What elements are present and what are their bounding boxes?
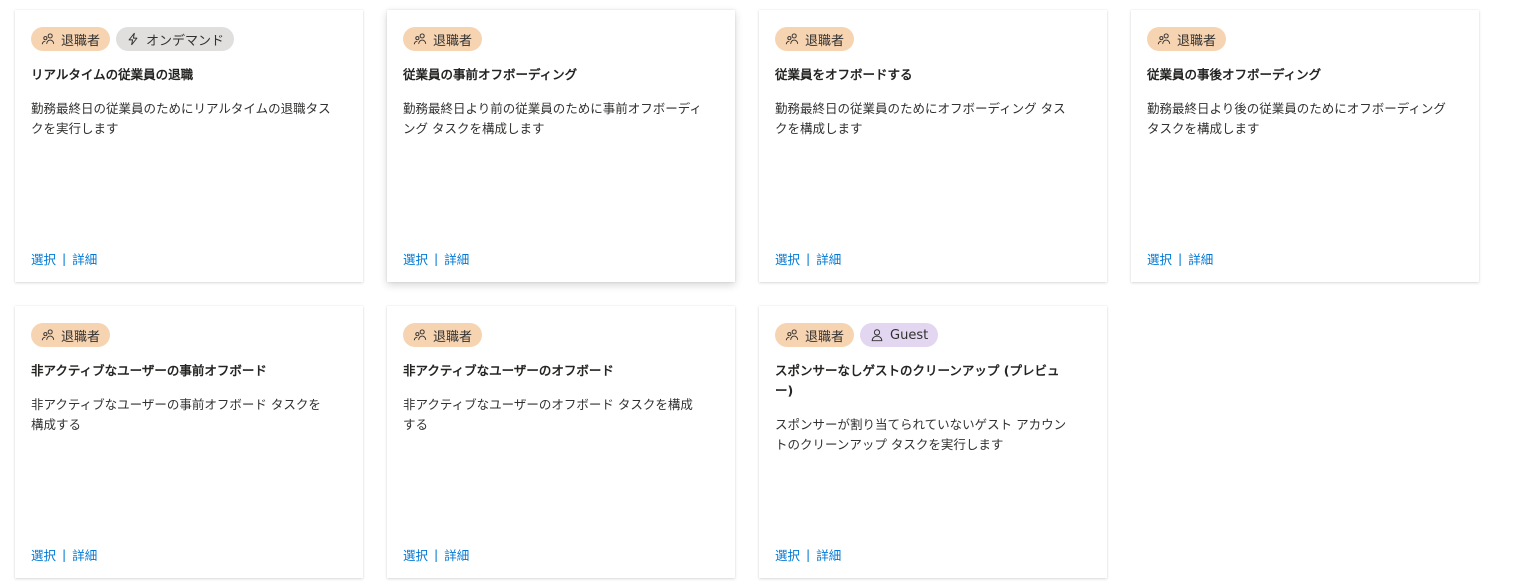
card-actions: 選択 | 詳細	[775, 249, 841, 268]
people-icon	[413, 328, 427, 342]
select-link[interactable]: 選択	[403, 249, 428, 268]
people-icon	[41, 328, 55, 342]
link-separator: |	[1178, 251, 1183, 266]
select-link[interactable]: 選択	[31, 545, 56, 564]
leaver-badge: 退職者	[31, 27, 111, 51]
card-actions: 選択 | 詳細	[775, 545, 841, 564]
card-description: 勤務最終日の従業員のためにオフボーディング タスクを構成します	[775, 101, 1066, 136]
leaver-badge: 退職者	[775, 27, 855, 51]
badge-label: 退職者	[1177, 33, 1217, 49]
badge-label: Guest	[890, 327, 929, 343]
card-description: 非アクティブなユーザーの事前オフボード タスクを構成する	[31, 397, 321, 432]
card-actions: 選択 | 詳細	[1147, 249, 1213, 268]
details-link[interactable]: 詳細	[1188, 249, 1213, 268]
template-card: 退職者 従業員の事前オフボーディング 勤務最終日より前の従業員のために事前オフボ…	[387, 10, 735, 282]
person-icon	[870, 328, 884, 342]
card-title: リアルタイムの従業員の退職	[31, 67, 194, 82]
card-description: 勤務最終日より前の従業員のために事前オフボーディング タスクを構成します	[403, 101, 702, 136]
card-badges: 退職者	[775, 27, 1091, 51]
link-separator: |	[806, 251, 811, 266]
details-link[interactable]: 詳細	[444, 545, 469, 564]
badge-label: 退職者	[433, 33, 473, 49]
leaver-badge: 退職者	[1147, 27, 1227, 51]
select-link[interactable]: 選択	[31, 249, 56, 268]
leaver-badge: 退職者	[31, 323, 111, 347]
card-actions: 選択 | 詳細	[403, 545, 469, 564]
link-separator: |	[434, 547, 439, 562]
details-link[interactable]: 詳細	[444, 249, 469, 268]
card-title: 従業員をオフボードする	[775, 67, 913, 82]
people-icon	[41, 32, 55, 46]
card-title: 非アクティブなユーザーのオフボード	[403, 363, 614, 378]
card-badges: 退職者	[31, 323, 347, 347]
card-badges: 退職者	[403, 27, 719, 51]
card-badges: 退職者 オンデマンド	[31, 27, 347, 51]
people-icon	[785, 32, 799, 46]
link-separator: |	[62, 251, 67, 266]
card-description: スポンサーが割り当てられていないゲスト アカウントのクリーンアップ タスクを実行…	[775, 417, 1067, 452]
people-icon	[785, 328, 799, 342]
select-link[interactable]: 選択	[775, 249, 800, 268]
card-description: 勤務最終日より後の従業員のためにオフボーディング タスクを構成します	[1147, 101, 1446, 136]
link-separator: |	[434, 251, 439, 266]
card-badges: 退職者	[403, 323, 719, 347]
badge-label: オンデマンド	[146, 33, 225, 49]
details-link[interactable]: 詳細	[816, 545, 841, 564]
select-link[interactable]: 選択	[775, 545, 800, 564]
badge-label: 退職者	[805, 329, 845, 345]
details-link[interactable]: 詳細	[72, 249, 97, 268]
card-title: スポンサーなしゲストのクリーンアップ (プレビュー)	[775, 363, 1060, 398]
template-card: 退職者 オンデマンド リアルタイムの従業員の退職 勤務最終日の従業員のためにリア…	[15, 10, 363, 282]
badge-label: 退職者	[433, 329, 473, 345]
template-card: 退職者 従業員をオフボードする 勤務最終日の従業員のためにオフボーディング タス…	[759, 10, 1107, 282]
details-link[interactable]: 詳細	[816, 249, 841, 268]
card-actions: 選択 | 詳細	[31, 249, 97, 268]
leaver-badge: 退職者	[775, 323, 855, 347]
template-card: 退職者 Guest スポンサーなしゲストのクリーンアップ (プレビュー) スポン…	[759, 306, 1107, 578]
template-card: 退職者 非アクティブなユーザーの事前オフボード 非アクティブなユーザーの事前オフ…	[15, 306, 363, 578]
badge-label: 退職者	[805, 33, 845, 49]
card-title: 非アクティブなユーザーの事前オフボード	[31, 363, 267, 378]
badge-label: 退職者	[61, 329, 101, 345]
guest-badge: Guest	[860, 323, 939, 347]
template-gallery: 退職者 オンデマンド リアルタイムの従業員の退職 勤務最終日の従業員のためにリア…	[0, 0, 1523, 586]
template-card: 退職者 従業員の事後オフボーディング 勤務最終日より後の従業員のためにオフボーデ…	[1131, 10, 1479, 282]
card-description: 非アクティブなユーザーのオフボード タスクを構成する	[403, 397, 693, 432]
card-actions: 選択 | 詳細	[403, 249, 469, 268]
card-title: 従業員の事前オフボーディング	[403, 67, 578, 82]
people-icon	[1157, 32, 1171, 46]
link-separator: |	[62, 547, 67, 562]
card-actions: 選択 | 詳細	[31, 545, 97, 564]
card-description: 勤務最終日の従業員のためにリアルタイムの退職タスクを実行します	[31, 101, 331, 136]
leaver-badge: 退職者	[403, 27, 483, 51]
select-link[interactable]: 選択	[403, 545, 428, 564]
card-badges: 退職者 Guest	[775, 323, 1091, 347]
people-icon	[413, 32, 427, 46]
card-badges: 退職者	[1147, 27, 1463, 51]
badge-label: 退職者	[61, 33, 101, 49]
card-title: 従業員の事後オフボーディング	[1147, 67, 1322, 82]
leaver-badge: 退職者	[403, 323, 483, 347]
link-separator: |	[806, 547, 811, 562]
ondemand-badge: オンデマンド	[116, 27, 235, 51]
details-link[interactable]: 詳細	[72, 545, 97, 564]
template-card: 退職者 非アクティブなユーザーのオフボード 非アクティブなユーザーのオフボード …	[387, 306, 735, 578]
select-link[interactable]: 選択	[1147, 249, 1172, 268]
lightning-icon	[126, 32, 140, 46]
